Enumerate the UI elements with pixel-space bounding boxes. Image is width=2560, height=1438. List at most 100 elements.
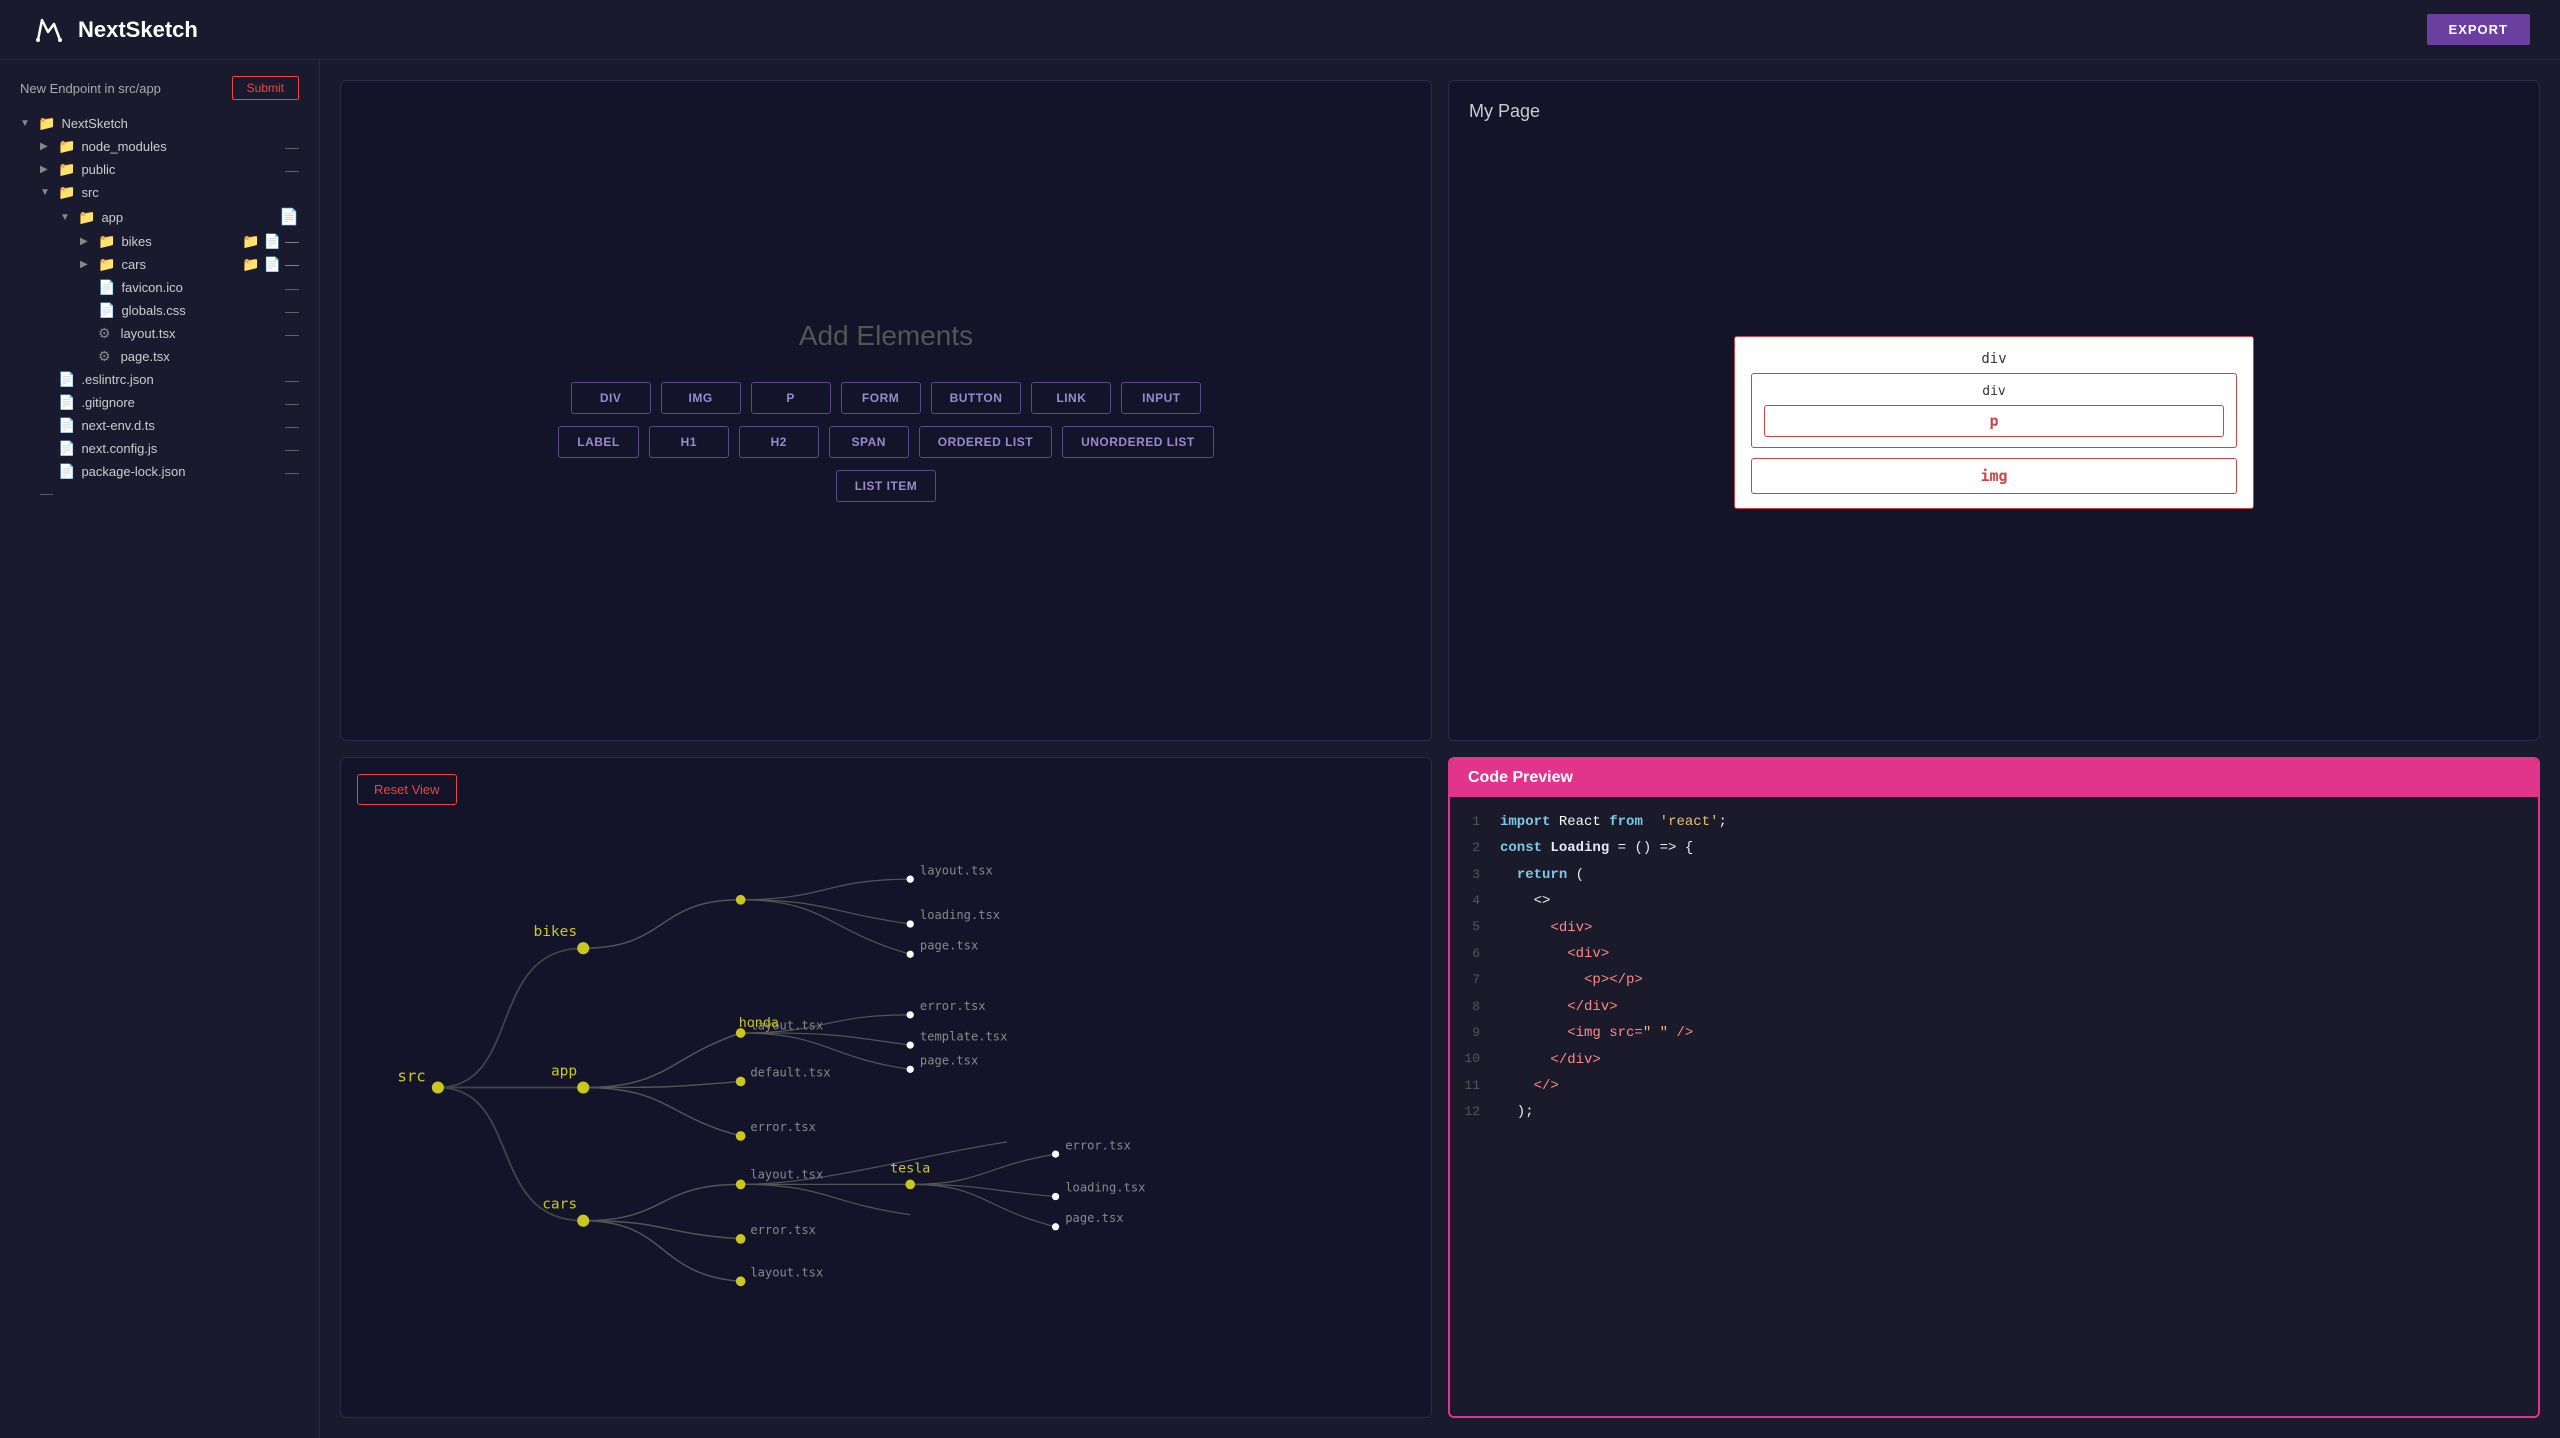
sidebar-item-cars[interactable]: ▶ 📁 cars 📁 📄 — [0, 253, 319, 276]
export-button[interactable]: EXPORT [2427, 14, 2530, 45]
logo: NextSketch [30, 12, 198, 48]
add-folder-icon[interactable]: 📁 [242, 256, 259, 273]
sidebar-item-globals[interactable]: ▶ 📄 globals.css — [0, 299, 319, 322]
sidebar-item-src[interactable]: ▼ 📁 src [0, 181, 319, 204]
remove-icon[interactable]: — [285, 303, 299, 319]
tree-graph-svg: src bikes app cars tesla honda layout.ts… [341, 758, 1431, 1417]
p-button[interactable]: P [751, 382, 831, 414]
remove-icon[interactable]: — [285, 372, 299, 388]
code-line-11: 11 </> [1450, 1073, 2538, 1099]
favicon-label: favicon.ico [121, 280, 279, 295]
code-line-3: 3 return ( [1450, 862, 2538, 888]
img-preview[interactable]: img [1751, 458, 2237, 494]
remove-icon[interactable]: — [285, 418, 299, 434]
svg-text:error.tsx: error.tsx [750, 1120, 816, 1134]
svg-text:layout.tsx: layout.tsx [920, 863, 993, 877]
h1-button[interactable]: H1 [649, 426, 729, 458]
sidebar-item-bikes[interactable]: ▶ 📁 bikes 📁 📄 — [0, 230, 319, 253]
sidebar-item-app[interactable]: ▼ 📁 app 📄 [0, 204, 319, 230]
arrow-right-icon: ▶ [40, 164, 52, 175]
img-button[interactable]: IMG [661, 382, 741, 414]
list-item-button[interactable]: LIST ITEM [836, 470, 937, 502]
unordered-list-button[interactable]: UNORDERED LIST [1062, 426, 1214, 458]
h2-button[interactable]: H2 [739, 426, 819, 458]
ordered-list-button[interactable]: ORDERED LIST [919, 426, 1052, 458]
folder-icon: 📁 [98, 233, 115, 250]
sidebar-item-favicon[interactable]: ▶ 📄 favicon.ico — [0, 276, 319, 299]
button-button[interactable]: BUTTON [931, 382, 1022, 414]
svg-text:template.tsx: template.tsx [920, 1029, 1007, 1043]
code-line-1: 1 import React from 'react'; [1450, 809, 2538, 835]
code-content: 1 import React from 'react'; 2 const Loa… [1450, 797, 2538, 1416]
node-modules-label: node_modules [81, 139, 279, 154]
sidebar-item-public[interactable]: ▶ 📁 public — [0, 158, 319, 181]
svg-text:layout.tsx: layout.tsx [750, 1167, 823, 1181]
item-actions: — [285, 162, 299, 178]
sidebar-item-eslint[interactable]: ▶ 📄 .eslintrc.json — [0, 368, 319, 391]
svg-text:cars: cars [542, 1197, 577, 1213]
code-line-12: 12 ); [1450, 1099, 2538, 1125]
svg-text:error.tsx: error.tsx [750, 1223, 816, 1237]
label-button[interactable]: LABEL [558, 426, 639, 458]
folder-icon: 📁 [58, 184, 75, 201]
add-file-icon[interactable]: 📄 [264, 256, 281, 273]
remove-icon[interactable]: — [285, 441, 299, 457]
item-actions[interactable]: 📁 📄 — [242, 256, 299, 273]
add-file-icon[interactable]: 📄 [279, 207, 299, 227]
input-button[interactable]: INPUT [1121, 382, 1201, 414]
line-number: 5 [1450, 917, 1500, 938]
span-button[interactable]: SPAN [829, 426, 909, 458]
reset-view-button[interactable]: Reset View [357, 774, 457, 805]
cars-label: cars [121, 257, 236, 272]
tree-root[interactable]: ▼ 📁 NextSketch [0, 112, 319, 135]
remove-icon[interactable]: — [285, 256, 299, 273]
remove-icon[interactable]: — [285, 326, 299, 342]
item-actions: — [285, 139, 299, 155]
sidebar-item-node-modules[interactable]: ▶ 📁 node_modules — [0, 135, 319, 158]
file-icon: 📄 [58, 463, 75, 480]
add-folder-icon[interactable]: 📁 [242, 233, 259, 250]
svg-text:src: src [397, 1066, 425, 1085]
sidebar-item-packagelock[interactable]: ▶ 📄 package-lock.json — [0, 460, 319, 483]
svg-text:app: app [551, 1063, 577, 1079]
arrow-down-icon: ▼ [60, 212, 72, 223]
file-icon: 📄 [58, 394, 75, 411]
remove-icon[interactable]: — [285, 280, 299, 296]
arrow-down-icon: ▼ [20, 118, 32, 129]
div-button[interactable]: DIV [571, 382, 651, 414]
svg-text:layout.tsx: layout.tsx [750, 1265, 823, 1279]
sidebar: New Endpoint in src/app Submit ▼ 📁 NextS… [0, 60, 320, 1438]
file-icon: 📄 [58, 371, 75, 388]
sidebar-item-nextenv[interactable]: ▶ 📄 next-env.d.ts — [0, 414, 319, 437]
remove-icon[interactable]: — [285, 464, 299, 480]
file-icon: 📄 [58, 440, 75, 457]
svg-text:bikes: bikes [533, 924, 577, 940]
folder-icon: 📁 [78, 209, 95, 226]
add-file-icon[interactable]: 📄 [264, 233, 281, 250]
p-preview[interactable]: p [1764, 405, 2224, 437]
form-button[interactable]: FORM [841, 382, 921, 414]
remove-icon[interactable]: — [285, 233, 299, 250]
item-actions[interactable]: 📁 📄 — [242, 233, 299, 250]
remove-icon[interactable]: — [285, 395, 299, 411]
line-number: 4 [1450, 891, 1500, 912]
page-label: page.tsx [117, 349, 299, 364]
packagelock-label: package-lock.json [81, 464, 279, 479]
svg-text:tesla: tesla [890, 1161, 930, 1176]
sidebar-item-nextconfig[interactable]: ▶ 📄 next.config.js — [0, 437, 319, 460]
sidebar-item-gitignore[interactable]: ▶ 📄 .gitignore — [0, 391, 319, 414]
line-number: 2 [1450, 838, 1500, 859]
add-elements-panel: Add Elements DIV IMG P FORM BUTTON LINK … [340, 80, 1432, 741]
header: NextSketch EXPORT [0, 0, 2560, 60]
sidebar-item-page[interactable]: ▶ ⚙ page.tsx [0, 345, 319, 368]
svg-text:error.tsx: error.tsx [920, 999, 986, 1013]
line-number: 8 [1450, 997, 1500, 1018]
nextconfig-label: next.config.js [81, 441, 279, 456]
submit-button[interactable]: Submit [232, 76, 299, 100]
globals-label: globals.css [121, 303, 279, 318]
elements-row-1: DIV IMG P FORM BUTTON LINK INPUT [571, 382, 1202, 414]
sidebar-item-layout[interactable]: ▶ ⚙ layout.tsx — [0, 322, 319, 345]
link-button[interactable]: LINK [1031, 382, 1111, 414]
code-line-8: 8 </div> [1450, 994, 2538, 1020]
code-line-6: 6 <div> [1450, 941, 2538, 967]
